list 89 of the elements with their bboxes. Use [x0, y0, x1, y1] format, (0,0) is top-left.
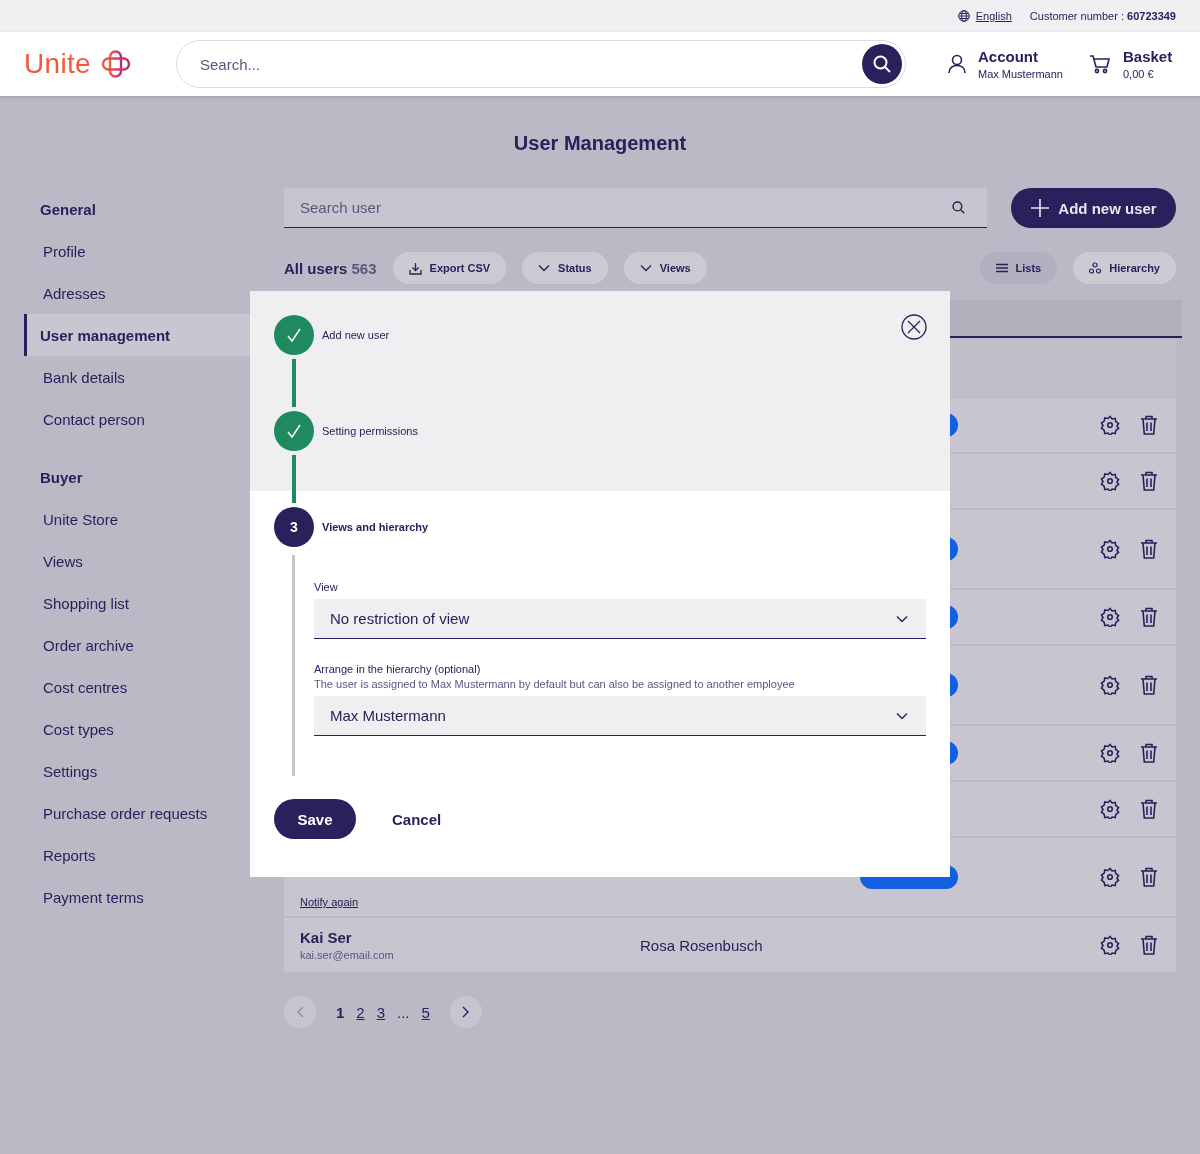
sidebar-item[interactable]: Views: [24, 540, 250, 582]
list-icon: [995, 263, 1008, 273]
search-button[interactable]: [862, 44, 902, 84]
sidebar-item[interactable]: Adresses: [24, 272, 250, 314]
user-email: kai.ser@email.com: [300, 949, 394, 961]
search-field[interactable]: Search user: [284, 188, 987, 228]
trash-icon[interactable]: [1140, 799, 1158, 819]
trash-icon[interactable]: [1140, 607, 1158, 627]
gear-icon[interactable]: [1100, 743, 1120, 763]
trash-icon[interactable]: [1140, 415, 1158, 435]
trash-icon[interactable]: [1140, 471, 1158, 491]
chevron-down-icon: [639, 264, 652, 272]
gear-icon[interactable]: [1100, 799, 1120, 819]
check-icon: [286, 423, 302, 439]
sidebar-item[interactable]: User management: [24, 314, 250, 356]
gear-icon[interactable]: [1100, 675, 1120, 695]
sidebar-item[interactable]: Settings: [24, 750, 250, 792]
sidebar-item[interactable]: Payment terms: [24, 876, 250, 918]
account-label[interactable]: Account: [978, 48, 1063, 65]
trash-icon[interactable]: [1140, 867, 1158, 887]
gear-icon[interactable]: [1100, 415, 1120, 435]
trash-icon[interactable]: [1140, 935, 1158, 955]
account-name: Max Mustermann: [978, 68, 1063, 80]
sidebar-item[interactable]: Reports: [24, 834, 250, 876]
select-field[interactable]: No restriction of view: [314, 599, 926, 639]
globe-icon: [957, 10, 970, 22]
sidebar-item[interactable]: Order archive: [24, 624, 250, 666]
user-icon: [948, 54, 966, 74]
cancel-link[interactable]: Cancel: [392, 810, 442, 828]
filter-dropdown[interactable]: Status: [522, 252, 608, 284]
manager-name: Rosa Rosenbusch: [640, 936, 763, 954]
filter-dropdown[interactable]: Views: [623, 252, 707, 284]
chevron-down-icon: [896, 711, 908, 720]
check-icon: [286, 327, 302, 343]
sidebar-item[interactable]: Purchase order requests: [24, 792, 250, 834]
sidebar-item[interactable]: Contact person: [24, 398, 250, 440]
gear-icon[interactable]: [1100, 539, 1120, 559]
language-link[interactable]: English: [975, 10, 1012, 22]
view-toggle[interactable]: Lists: [979, 252, 1058, 284]
save-button[interactable]: Save: [274, 799, 356, 839]
step-label: Views and hierarchy: [322, 521, 429, 533]
sidebar-heading: Buyer: [39, 467, 84, 488]
step-number: 3: [274, 507, 314, 547]
sidebar-item[interactable]: Cost types: [24, 708, 250, 750]
page-link[interactable]: 2: [350, 1003, 371, 1021]
sidebar-heading: General: [39, 199, 97, 220]
export-button[interactable]: Export CSV: [392, 252, 507, 284]
customer-number: Customer number : 60723349: [1029, 10, 1176, 22]
step-label: Setting permissions: [322, 425, 418, 437]
view-toggle[interactable]: Hierarchy: [1073, 252, 1176, 284]
trash-icon[interactable]: [1140, 675, 1158, 695]
sidebar-item[interactable]: Shopping list: [24, 582, 250, 624]
download-icon: [408, 261, 422, 275]
user-count: All users 563: [284, 259, 377, 277]
gear-icon[interactable]: [1100, 935, 1120, 955]
search-icon: [952, 201, 965, 214]
field-label: View: [314, 581, 339, 593]
search-icon: [873, 55, 891, 73]
gear-icon[interactable]: [1100, 471, 1120, 491]
trash-icon[interactable]: [1140, 539, 1158, 559]
sidebar-item[interactable]: Cost centres: [24, 666, 250, 708]
gear-icon[interactable]: [1100, 607, 1120, 627]
page-title: User Management: [512, 130, 688, 156]
cart-icon: [1089, 54, 1111, 74]
sidebar-item[interactable]: Unite Store: [24, 498, 250, 540]
close-icon[interactable]: [901, 314, 927, 340]
select-field[interactable]: Max Mustermann: [314, 696, 926, 736]
page-link[interactable]: 1: [330, 1003, 351, 1021]
pagination-ellipsis: ...: [396, 1003, 411, 1021]
sidebar-item[interactable]: Bank details: [24, 356, 250, 398]
trash-icon[interactable]: [1140, 743, 1158, 763]
chevron-right-icon[interactable]: [461, 1006, 470, 1018]
page-link[interactable]: 3: [370, 1003, 392, 1021]
page-link[interactable]: 5: [415, 1003, 436, 1021]
sidebar-item[interactable]: Profile: [24, 230, 250, 272]
chevron-down-icon: [896, 614, 908, 623]
logo-icon: [100, 50, 131, 78]
step-label: Add new user: [322, 329, 390, 341]
hierarchy-icon: [1089, 262, 1102, 274]
gear-icon[interactable]: [1100, 867, 1120, 887]
notify-link[interactable]: Notify again: [300, 896, 359, 908]
add-user-button[interactable]: Add new user: [1011, 188, 1176, 228]
chevron-down-icon: [538, 264, 551, 272]
basket-label[interactable]: Basket: [1123, 48, 1173, 65]
user-name: Kai Ser: [300, 929, 353, 946]
basket-total: 0,00 €: [1123, 68, 1155, 80]
plus-icon: [1030, 198, 1051, 218]
field-hint: The user is assigned to Max Mustermann by default but can also be assigned to another employee: [314, 678, 796, 690]
field-label: Arrange in the hierarchy (optional): [314, 663, 482, 675]
